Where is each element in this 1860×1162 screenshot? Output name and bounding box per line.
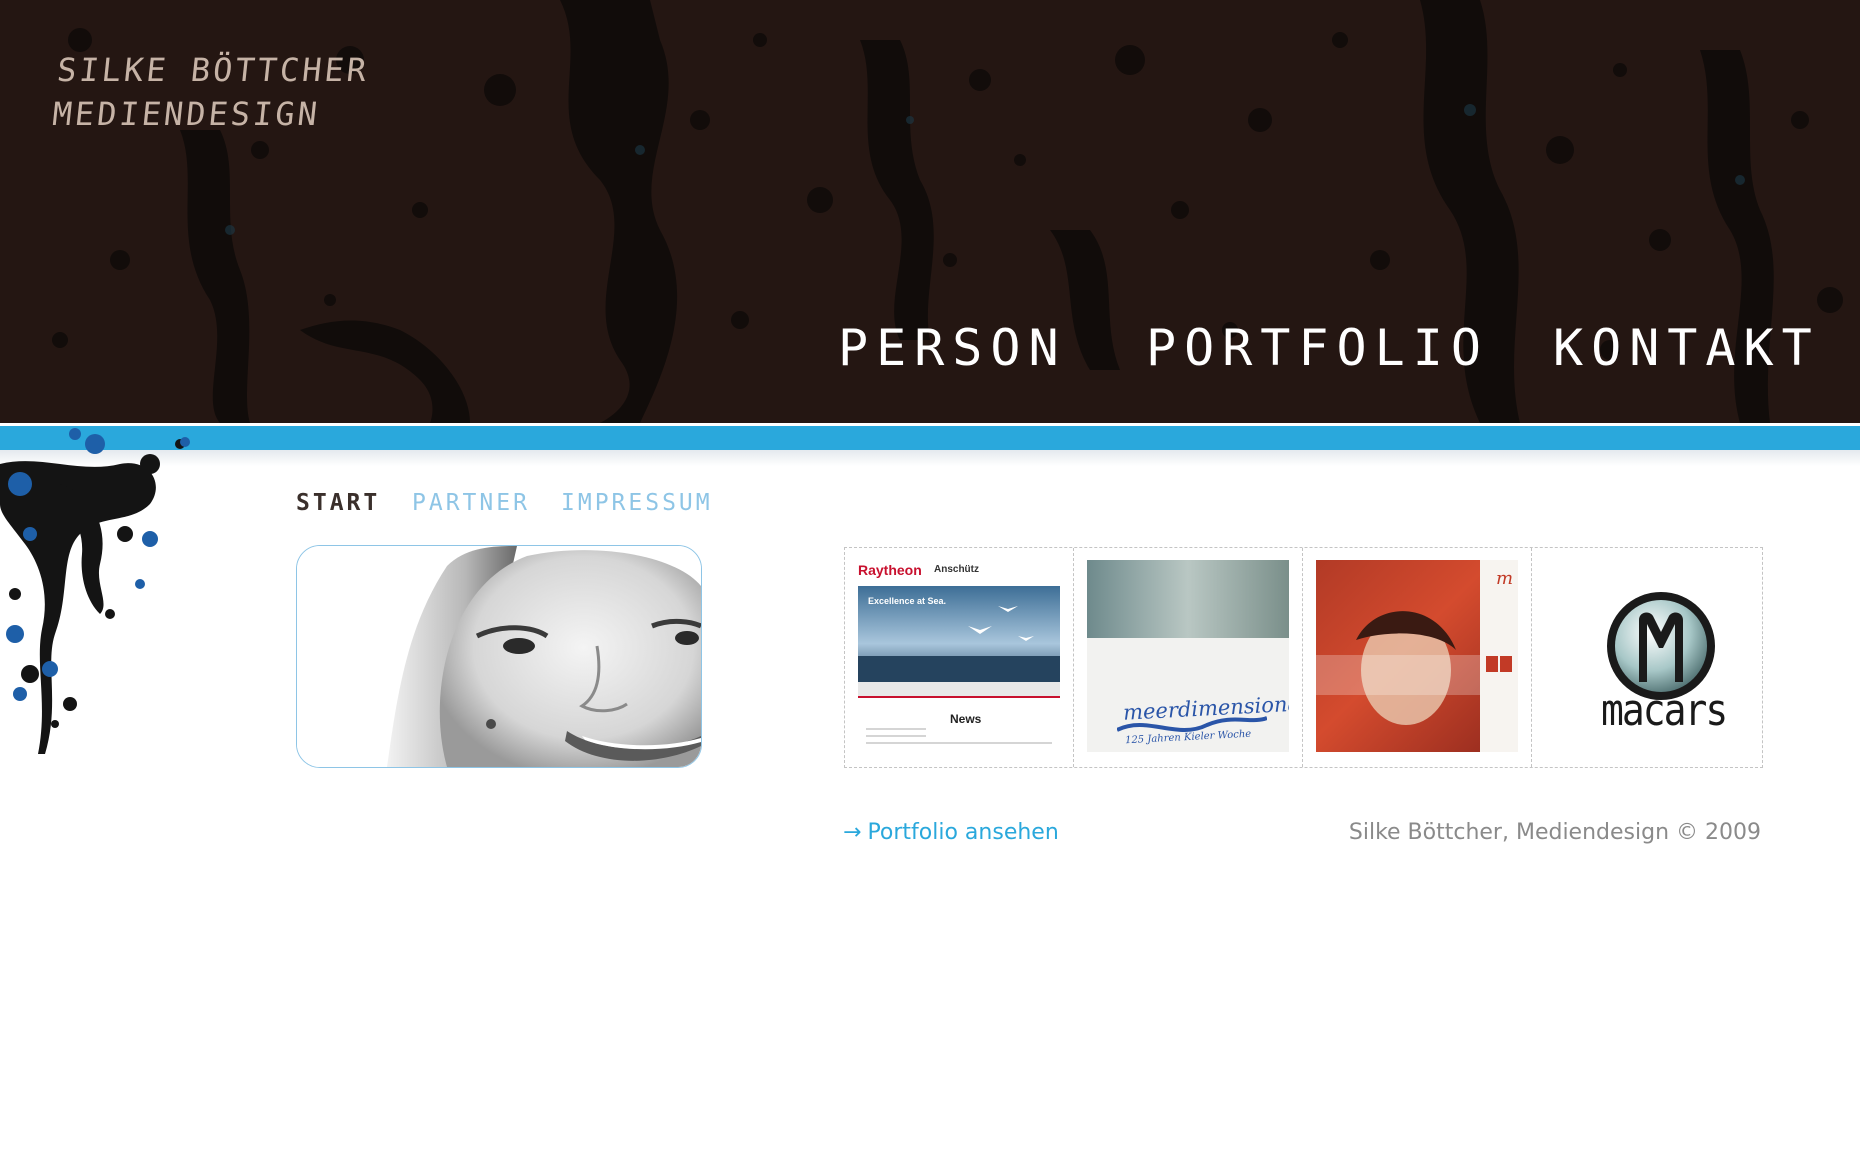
- portfolio-item-meerdimensional[interactable]: meerdimensional 125 Jahren Kieler Woche: [1074, 548, 1303, 767]
- macars-logo-text: macars: [1601, 684, 1728, 736]
- portfolio-item-macars[interactable]: macars: [1532, 548, 1760, 767]
- bar-shadow: [0, 450, 1860, 466]
- raytheon-brand: Raytheon: [858, 562, 922, 578]
- red-brochure-thumbnail: m: [1316, 560, 1518, 752]
- logo-line-name: Silke Böttcher: [55, 51, 372, 89]
- raytheon-text-lines: [866, 728, 1052, 749]
- portrait-photo: [296, 545, 702, 768]
- main-navigation: PERSON PORTFOLIO KONTAKT: [0, 318, 1860, 378]
- raytheon-tab-bar: [858, 682, 1060, 698]
- red-brochure-logo: m: [1496, 568, 1514, 589]
- raytheon-brand-suffix: Anschütz: [934, 564, 979, 575]
- portfolio-link-label: Portfolio ansehen: [867, 820, 1059, 845]
- copyright-text: Silke Böttcher, Mediendesign © 2009: [1348, 820, 1761, 845]
- portfolio-thumbnail-grid: Raytheon Anschütz Excellence at Sea. New…: [844, 547, 1763, 768]
- header-banner: Silke Böttcher Mediendesign PERSON PORTF…: [0, 0, 1860, 423]
- portfolio-item-red-brochure[interactable]: m: [1303, 548, 1532, 767]
- page: Silke Böttcher Mediendesign PERSON PORTF…: [0, 0, 1860, 1162]
- raytheon-hero-text: Excellence at Sea.: [868, 596, 947, 606]
- macars-logo-thumbnail: macars: [1545, 560, 1747, 752]
- nav-kontakt-link[interactable]: KONTAKT: [1553, 318, 1820, 378]
- woman-portrait-image: [1316, 611, 1480, 725]
- portfolio-item-raytheon[interactable]: Raytheon Anschütz Excellence at Sea. New…: [845, 548, 1074, 767]
- red-brochure-photo: [1316, 560, 1480, 752]
- meerdimensional-brochure-thumbnail: meerdimensional 125 Jahren Kieler Woche: [1087, 560, 1289, 752]
- portrait-image: [297, 546, 701, 767]
- raytheon-website-thumbnail: Raytheon Anschütz Excellence at Sea. New…: [858, 560, 1060, 752]
- portfolio-ansehen-link[interactable]: → Portfolio ansehen: [843, 819, 1059, 847]
- subnav-partner-link[interactable]: PARTNER: [412, 488, 530, 518]
- ink-splash-decoration: [0, 428, 190, 754]
- arrow-right-icon: →: [843, 820, 862, 845]
- meerdimensional-photo: [1087, 560, 1289, 638]
- subnav-start-link[interactable]: START: [296, 488, 380, 518]
- subnav-impressum-link[interactable]: IMPRESSUM: [561, 488, 713, 518]
- raytheon-news-title: News: [950, 712, 982, 726]
- logo-line-subtitle: Mediendesign: [50, 95, 322, 133]
- blue-accent-bar: [0, 426, 1860, 450]
- site-logo[interactable]: Silke Böttcher Mediendesign: [50, 48, 371, 136]
- nav-portfolio-link[interactable]: PORTFOLIO: [1146, 318, 1489, 378]
- nav-person-link[interactable]: PERSON: [838, 318, 1067, 378]
- red-brochure-side-page: m: [1480, 560, 1518, 752]
